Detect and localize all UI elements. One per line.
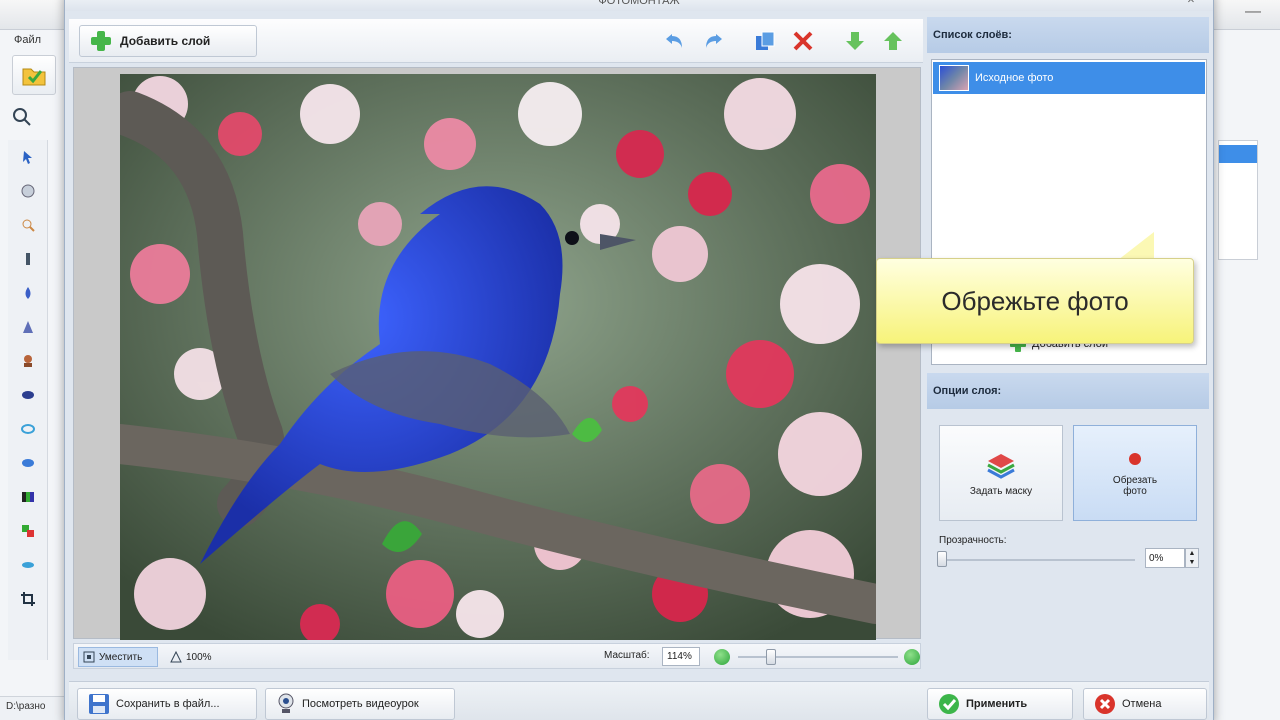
apply-label: Применить [966, 698, 1028, 710]
save-to-file-label: Сохранить в файл... [116, 698, 220, 710]
bird-photo-image [120, 74, 876, 640]
zoom-out-icon[interactable] [714, 649, 730, 665]
pointer-icon[interactable] [8, 140, 48, 174]
checkmark-icon [939, 694, 959, 714]
bg-right-area [1212, 30, 1280, 720]
levels-icon[interactable] [8, 480, 48, 514]
folder-icon [22, 68, 46, 86]
delete-icon[interactable] [791, 29, 815, 53]
stamp-icon[interactable] [8, 344, 48, 378]
zoom-slider-track[interactable] [738, 656, 898, 658]
search-icon [13, 108, 31, 126]
webcam-icon [278, 693, 294, 713]
crop-photo-button[interactable]: Обрезать фото [1073, 425, 1197, 521]
canvas-statusbar: Уместить 100% Масштаб: 114% [73, 643, 921, 669]
dialog-title: ФОТОМОНТАЖ [65, 0, 1213, 11]
scale-input[interactable]: 114% [662, 647, 700, 666]
bg-right-list [1218, 140, 1258, 260]
floppy-icon [89, 694, 109, 714]
fit-label: Уместить [99, 651, 143, 663]
zoom-slider-thumb[interactable] [766, 649, 776, 665]
layers-header: Список слоёв: [927, 17, 1209, 53]
undo-icon[interactable] [663, 29, 687, 53]
actual-size-icon [170, 651, 182, 663]
move-down-icon[interactable] [843, 29, 867, 53]
set-mask-button[interactable]: Задать маску [939, 425, 1063, 521]
actual-size-label: 100% [186, 651, 212, 663]
tutorial-callout: Обрежьте фото [876, 258, 1194, 344]
right-panel: Список слоёв: Исходное фото Добавить сло… [923, 15, 1209, 681]
fit-icon [83, 651, 95, 663]
cancel-icon [1095, 694, 1115, 714]
eraser-icon[interactable] [8, 548, 48, 582]
bg-open-folder-button[interactable] [12, 55, 56, 95]
plus-icon [91, 31, 111, 51]
copy-icon[interactable] [753, 29, 777, 53]
layer-thumbnail [939, 65, 969, 91]
watch-video-label: Посмотреть видеоурок [302, 698, 419, 710]
bird-photo[interactable] [120, 74, 876, 640]
add-layer-button[interactable]: Добавить слой [79, 25, 257, 57]
cancel-label: Отмена [1122, 698, 1162, 710]
crop-photo-label: Обрезать фото [1112, 475, 1158, 497]
cone-icon[interactable] [8, 310, 48, 344]
move-up-icon[interactable] [881, 29, 905, 53]
redo-icon[interactable] [701, 29, 725, 53]
ring-icon[interactable] [8, 412, 48, 446]
layer-name: Исходное фото [975, 72, 1054, 84]
bg-menu-file[interactable]: Файл [0, 30, 70, 50]
bg-status-path: D:\разно [0, 696, 70, 720]
transparency-slider-thumb[interactable] [937, 551, 947, 567]
lens-icon[interactable] [8, 446, 48, 480]
dialog-toolbar: Добавить слой [69, 19, 923, 63]
zoom-in-icon[interactable] [904, 649, 920, 665]
globe-icon[interactable] [8, 174, 48, 208]
layers-icon [987, 453, 1015, 479]
bg-minimize-icon[interactable]: — [1226, 0, 1280, 24]
watch-video-button[interactable]: Посмотреть видеоурок [265, 688, 455, 720]
actual-size-button[interactable]: 100% [170, 647, 230, 667]
callout-pointer [1118, 232, 1154, 260]
crop-tool-icon[interactable] [8, 582, 48, 616]
scale-label: Масштаб: [604, 650, 650, 661]
dialog-bottom-bar: Сохранить в файл... Посмотреть видеоурок… [69, 681, 1209, 720]
eye-icon[interactable] [8, 378, 48, 412]
transparency-slider-track[interactable] [939, 559, 1135, 561]
bg-tool-sidebar [8, 140, 48, 660]
apply-button[interactable]: Применить [927, 688, 1073, 720]
close-icon[interactable]: ✕ [1179, 0, 1203, 9]
set-mask-label: Задать маску [969, 485, 1033, 497]
canvas-area[interactable] [73, 67, 921, 640]
replace-icon[interactable] [8, 514, 48, 548]
fit-button[interactable]: Уместить [78, 647, 158, 667]
layer-item-original[interactable]: Исходное фото [933, 62, 1205, 94]
layer-options-header: Опции слоя: [927, 373, 1209, 409]
transparency-spinner[interactable]: ▲ ▼ [1185, 548, 1199, 568]
photomontage-dialog: ФОТОМОНТАЖ ✕ Добавить слой Уместить 100%… [64, 0, 1214, 720]
crop-icon [1129, 453, 1141, 465]
add-layer-label: Добавить слой [120, 34, 211, 48]
zoom-icon[interactable] [8, 208, 48, 242]
drop-icon[interactable] [8, 276, 48, 310]
transparency-label: Прозрачность: [939, 535, 1007, 546]
save-to-file-button[interactable]: Сохранить в файл... [77, 688, 257, 720]
brush-icon[interactable] [8, 242, 48, 276]
transparency-input[interactable]: 0% [1145, 548, 1185, 568]
cancel-button[interactable]: Отмена [1083, 688, 1207, 720]
bg-search[interactable] [12, 102, 66, 132]
